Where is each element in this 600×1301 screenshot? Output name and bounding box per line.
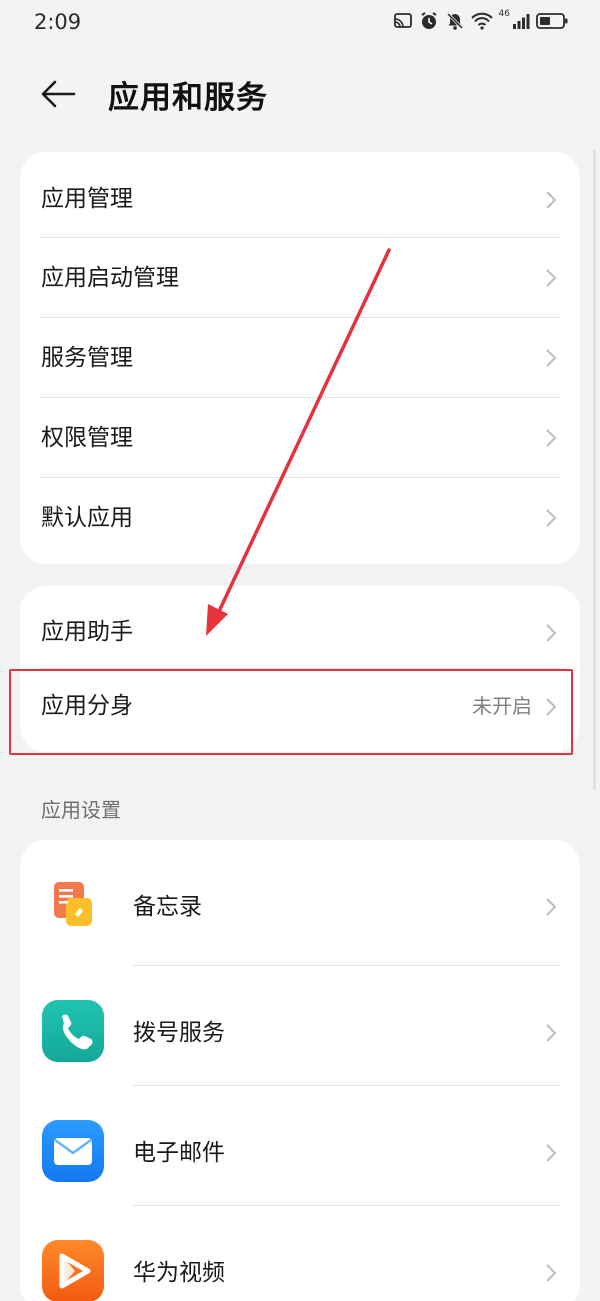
list-item-label: 服务管理 [41, 345, 133, 371]
network-type-label: 46 [498, 9, 510, 19]
section-title-app-settings: 应用设置 [41, 798, 121, 822]
chevron-right-icon [546, 349, 557, 367]
status-time: 2:09 [34, 10, 82, 34]
battery-icon [536, 13, 568, 29]
list-item-app-management[interactable]: 应用管理 [20, 152, 580, 238]
status-bar: 2:09 46 [0, 0, 600, 44]
email-icon [42, 1120, 104, 1182]
page-title: 应用和服务 [108, 80, 268, 116]
list-item-label: 华为视频 [133, 1260, 225, 1286]
dialer-icon [42, 1000, 104, 1062]
list-item-label: 应用助手 [41, 619, 133, 645]
app-twin-status: 未开启 [472, 694, 532, 718]
cast-icon [393, 13, 412, 28]
list-item-permission-management[interactable]: 权限管理 [20, 398, 580, 478]
list-item-memo[interactable]: 备忘录 [20, 840, 580, 966]
list-item-app-twin[interactable]: 应用分身 未开启 [20, 669, 580, 752]
scrollbar[interactable] [593, 150, 596, 790]
header: 应用和服务 [0, 60, 600, 130]
app-and-services-page: 2:09 46 应用和服务 应用管理 应用启动管理 服务管理 权限管理 默认应用… [0, 0, 600, 1301]
app-settings-card: 备忘录 拨号服务 电子邮件 华为视频 [20, 840, 580, 1301]
chevron-right-icon [546, 191, 557, 209]
back-arrow-icon [41, 80, 76, 108]
assistant-card: 应用助手 应用分身 未开启 [20, 586, 580, 752]
list-item-label: 电子邮件 [133, 1140, 225, 1166]
chevron-right-icon [546, 698, 557, 716]
list-item-default-apps[interactable]: 默认应用 [20, 478, 580, 558]
list-item-label: 应用分身 [41, 693, 133, 719]
signal-icon [513, 14, 530, 29]
list-item-label: 拨号服务 [133, 1020, 225, 1046]
list-item-email[interactable]: 电子邮件 [20, 1086, 580, 1206]
chevron-right-icon [546, 624, 557, 642]
chevron-right-icon [546, 269, 557, 287]
status-icons: 46 [393, 9, 568, 31]
chevron-right-icon [546, 509, 557, 527]
list-item-label: 默认应用 [41, 505, 133, 531]
mute-bell-icon [446, 12, 463, 30]
list-item-app-launch[interactable]: 应用启动管理 [20, 238, 580, 318]
chevron-right-icon [546, 1144, 557, 1162]
list-item-label: 备忘录 [133, 894, 202, 920]
management-card: 应用管理 应用启动管理 服务管理 权限管理 默认应用 [20, 152, 580, 564]
chevron-right-icon [546, 898, 557, 916]
list-item-app-assistant[interactable]: 应用助手 [20, 586, 580, 669]
video-icon [42, 1240, 104, 1301]
back-button[interactable] [36, 74, 80, 114]
list-item-service-management[interactable]: 服务管理 [20, 318, 580, 398]
list-item-huawei-video[interactable]: 华为视频 [20, 1206, 580, 1301]
list-item-label: 权限管理 [41, 425, 133, 451]
chevron-right-icon [546, 1024, 557, 1042]
wifi-icon [470, 12, 493, 30]
memo-icon [54, 882, 92, 926]
list-item-label: 应用启动管理 [41, 265, 179, 291]
list-item-dialer[interactable]: 拨号服务 [20, 966, 580, 1086]
list-item-label: 应用管理 [41, 186, 133, 212]
chevron-right-icon [546, 429, 557, 447]
alarm-icon [420, 12, 437, 29]
chevron-right-icon [546, 1264, 557, 1282]
